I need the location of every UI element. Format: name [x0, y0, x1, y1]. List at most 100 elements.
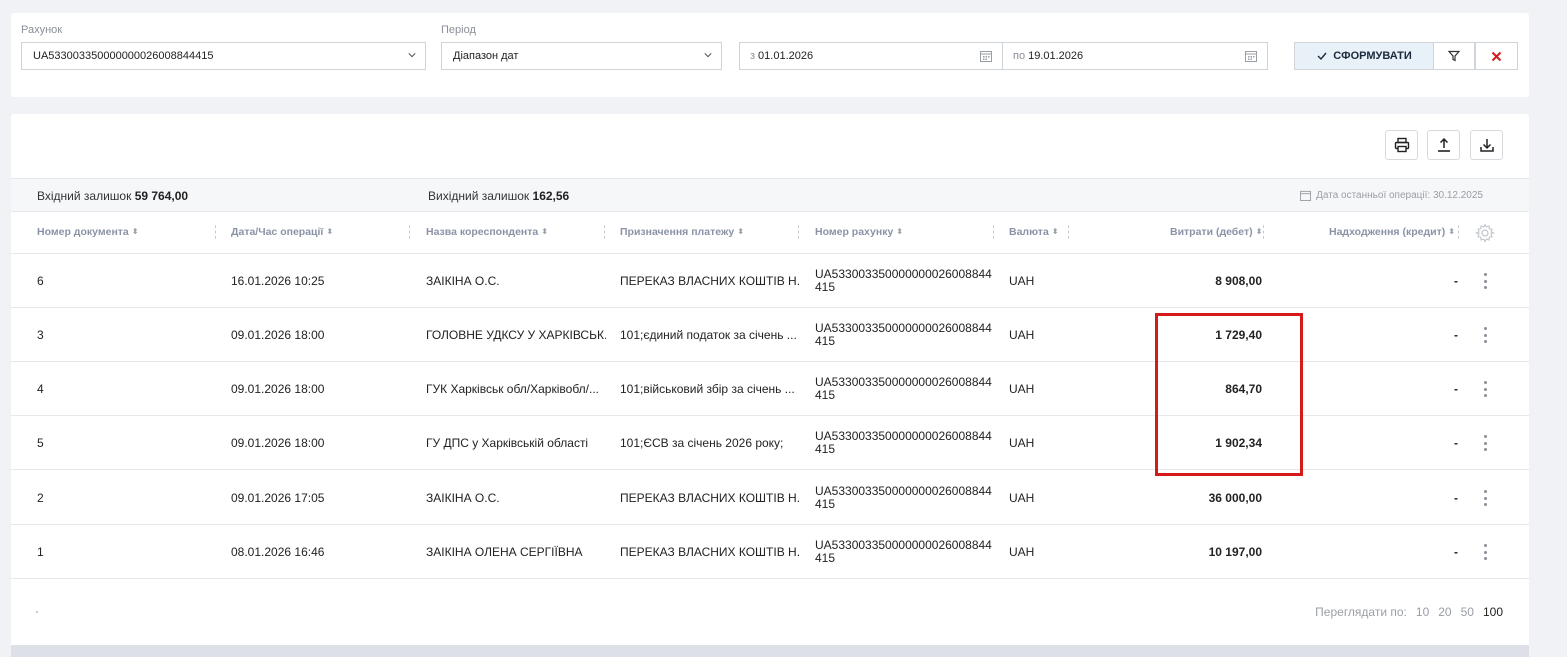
cell-account: UA533003350000000026008844415	[815, 375, 992, 402]
account-label: Рахунок	[21, 24, 63, 36]
chevron-down-icon	[704, 53, 712, 58]
col-header-currency[interactable]: Валюта ⬍	[1009, 226, 1058, 238]
generate-button-label: СФОРМУВАТИ	[1333, 50, 1412, 62]
col-header-label: Номер рахунку	[815, 226, 894, 238]
cell-currency: UAH	[1009, 328, 1035, 342]
col-header-doc-number[interactable]: Номер документа ⬍	[37, 226, 138, 238]
page-size-20[interactable]: 20	[1438, 605, 1451, 619]
cell-purpose: 101;військовий збір за січень ...	[620, 382, 795, 396]
col-header-purpose[interactable]: Призначення платежу ⬍	[620, 226, 744, 238]
closing-balance: Вихідний залишок 162,56	[428, 189, 569, 203]
col-header-datetime[interactable]: Дата/Час операції ⬍	[231, 226, 333, 238]
cell-debit: 1 729,40	[1215, 328, 1262, 342]
filter-icon	[1448, 50, 1460, 62]
opening-balance-label: Вхідний залишок	[37, 189, 132, 203]
cell-doc-number: 5	[37, 436, 44, 450]
table-row[interactable]: 2 09.01.2026 17:05 ЗАІКІНА О.С. ПЕРЕКАЗ …	[11, 471, 1529, 525]
col-header-label: Витрати (дебет)	[1170, 226, 1253, 238]
date-from-prefix: з	[750, 50, 756, 62]
bottom-panel	[11, 645, 1529, 657]
column-divider[interactable]	[1068, 225, 1069, 239]
row-menu-icon[interactable]	[1479, 325, 1491, 345]
sort-icon: ⬍	[1448, 227, 1455, 236]
calendar-icon[interactable]	[980, 50, 992, 62]
table-row[interactable]: 1 08.01.2026 16:46 ЗАІКІНА ОЛЕНА СЕРГІЇВ…	[11, 525, 1529, 579]
column-divider[interactable]	[409, 225, 410, 239]
table-header: Номер документа ⬍ Дата/Час операції ⬍ Назв…	[11, 212, 1529, 254]
row-menu-icon[interactable]	[1479, 433, 1491, 453]
cell-purpose: 101;єдиний податок за січень ...	[620, 328, 797, 342]
download-button[interactable]	[1470, 130, 1503, 160]
col-header-account[interactable]: Номер рахунку ⬍	[815, 226, 903, 238]
table-row[interactable]: 5 09.01.2026 18:00 ГУ ДПС у Харківській …	[11, 416, 1529, 470]
column-divider[interactable]	[1263, 225, 1264, 239]
date-from-field[interactable]: з 01.01.2026	[739, 42, 1003, 70]
account-select-value: UA533003350000000026008844415	[33, 50, 214, 62]
date-to-field[interactable]: по 19.01.2026	[1002, 42, 1268, 70]
col-header-debit[interactable]: Витрати (дебет) ⬍	[1170, 226, 1262, 238]
sort-icon: ⬍	[737, 227, 744, 236]
cell-datetime: 09.01.2026 18:00	[231, 328, 325, 342]
gear-icon[interactable]	[1475, 223, 1495, 243]
col-header-credit[interactable]: Надходження (кредит) ⬍	[1329, 226, 1455, 238]
cell-currency: UAH	[1009, 274, 1035, 288]
table-row[interactable]: 6 16.01.2026 10:25 ЗАІКІНА О.С. ПЕРЕКАЗ …	[11, 254, 1529, 308]
last-operation-text: Дата останньої операції: 30.12.2025	[1316, 190, 1483, 201]
row-menu-icon[interactable]	[1479, 271, 1491, 291]
print-button[interactable]	[1385, 130, 1418, 160]
clear-button[interactable]	[1475, 42, 1518, 70]
column-divider[interactable]	[993, 225, 994, 239]
cell-debit: 8 908,00	[1215, 274, 1262, 288]
sort-icon: ⬍	[896, 227, 903, 236]
closing-balance-value: 162,56	[532, 189, 570, 203]
row-menu-icon[interactable]	[1479, 488, 1491, 508]
col-header-label: Дата/Час операції	[231, 226, 324, 238]
cell-doc-number: 3	[37, 328, 44, 342]
cell-purpose: 101;ЄСВ за січень 2026 року;	[620, 436, 784, 450]
cell-currency: UAH	[1009, 491, 1035, 505]
cell-debit: 36 000,00	[1208, 491, 1262, 505]
col-header-counterparty[interactable]: Назва кореспондента ⬍	[426, 226, 548, 238]
last-operation-date: Дата останньої операції: 30.12.2025	[1300, 190, 1483, 201]
cell-credit: -	[1454, 274, 1458, 288]
row-menu-icon[interactable]	[1479, 379, 1491, 399]
cell-account: UA533003350000000026008844415	[815, 267, 992, 294]
cell-credit: -	[1454, 491, 1458, 505]
opening-balance: Вхідний залишок 59 764,00	[37, 189, 188, 203]
export-button[interactable]	[1427, 130, 1460, 160]
table-row[interactable]: 4 09.01.2026 18:00 ГУК Харківськ обл/Хар…	[11, 362, 1529, 416]
column-divider[interactable]	[604, 225, 605, 239]
cell-credit: -	[1454, 382, 1458, 396]
cell-counterparty: ЗАІКІНА О.С.	[426, 491, 500, 505]
chevron-down-icon	[408, 53, 416, 58]
cell-datetime: 09.01.2026 17:05	[231, 491, 325, 505]
column-divider[interactable]	[1458, 225, 1459, 239]
column-divider[interactable]	[798, 225, 799, 239]
printer-icon	[1394, 137, 1409, 153]
cell-counterparty: ГУК Харківськ обл/Харківобл/...	[426, 382, 599, 396]
cell-account: UA533003350000000026008844415	[815, 538, 992, 565]
page-size-100[interactable]: 100	[1483, 605, 1503, 619]
divider-dot	[36, 611, 38, 613]
account-select[interactable]: UA533003350000000026008844415	[21, 42, 426, 70]
page-size-50[interactable]: 50	[1461, 605, 1474, 619]
column-divider[interactable]	[215, 225, 216, 239]
sort-icon: ⬍	[541, 227, 548, 236]
col-header-label: Призначення платежу	[620, 226, 735, 238]
table-row[interactable]: 3 09.01.2026 18:00 ГОЛОВНЕ УДКСУ У ХАРКІ…	[11, 308, 1529, 362]
cell-credit: -	[1454, 436, 1458, 450]
calendar-icon	[1300, 190, 1312, 201]
row-menu-icon[interactable]	[1479, 542, 1491, 562]
period-select[interactable]: Діапазон дат	[441, 42, 722, 70]
balances-bar: Вхідний залишок 59 764,00 Вихідний залиш…	[11, 178, 1529, 212]
cell-datetime: 16.01.2026 10:25	[231, 274, 325, 288]
cell-currency: UAH	[1009, 545, 1035, 559]
calendar-icon[interactable]	[1245, 50, 1257, 62]
generate-button[interactable]: СФОРМУВАТИ	[1294, 42, 1434, 70]
filter-button[interactable]	[1433, 42, 1475, 70]
check-icon	[1317, 52, 1327, 61]
period-select-value: Діапазон дат	[453, 50, 519, 62]
cell-account: UA533003350000000026008844415	[815, 429, 992, 456]
download-icon	[1479, 139, 1494, 152]
page-size-10[interactable]: 10	[1416, 605, 1429, 619]
